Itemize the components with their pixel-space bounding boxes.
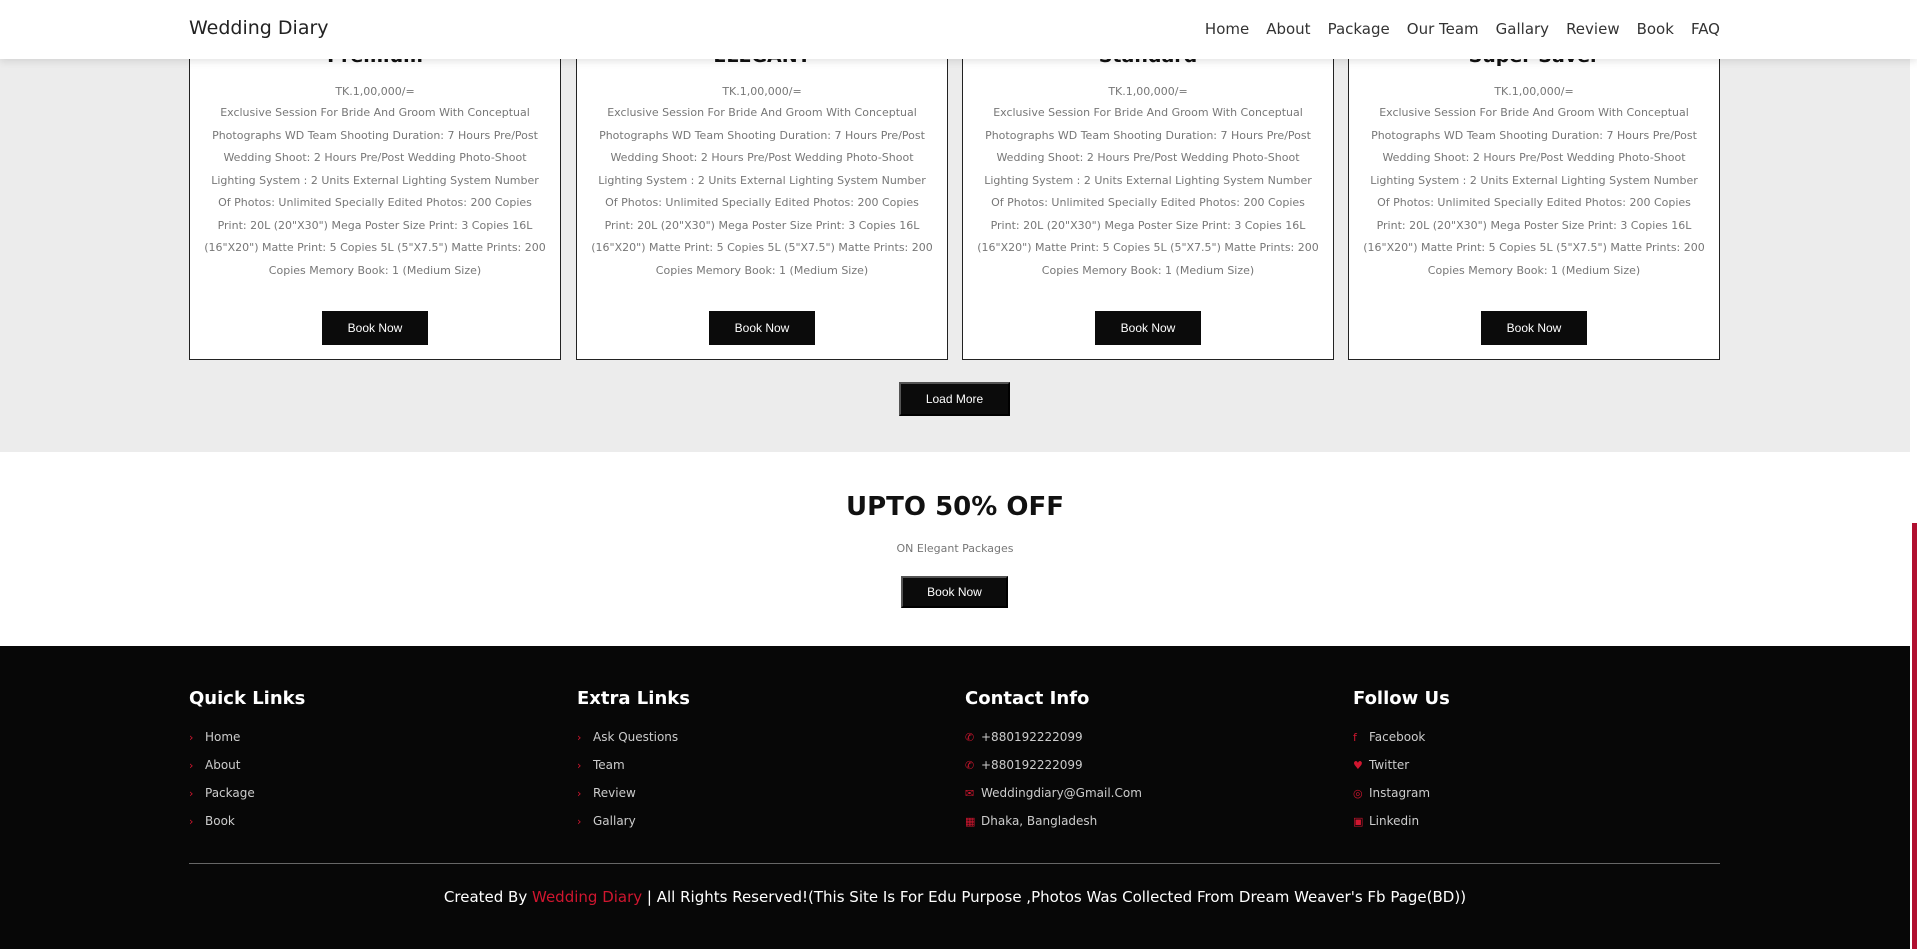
footer-heading: Quick Links	[189, 688, 306, 709]
footer-link-team[interactable]: › Team	[577, 751, 897, 779]
contact-address: ▦ Dhaka, Bangladesh	[965, 814, 1098, 828]
social-facebook[interactable]: f Facebook	[1353, 723, 1673, 751]
social-instagram[interactable]: ◎ Instagram	[1353, 779, 1673, 807]
instagram-icon: ◎	[1353, 786, 1363, 800]
package-card-standard: Standard TK.1,00,000/= Exclusive Session…	[962, 40, 1334, 360]
chevron-right-icon: ›	[189, 758, 194, 772]
load-more-button[interactable]: Load More	[899, 382, 1010, 416]
envelope-icon: ✉	[965, 786, 975, 800]
social-twitter[interactable]: ♥ Twitter	[1353, 751, 1673, 779]
offer-subtitle: ON Elegant Packages	[896, 542, 1014, 555]
linkedin-icon: ▣	[1353, 814, 1364, 828]
footer-credit: Created By Wedding Diary | All Rights Re…	[443, 888, 1467, 906]
nav-our-team[interactable]: Our Team	[1407, 20, 1479, 38]
footer-link-package[interactable]: › Package	[189, 779, 509, 807]
chevron-right-icon: ›	[189, 730, 194, 744]
package-price: TK.1,00,000/=	[1494, 85, 1574, 98]
package-card-premium: Premium TK.1,00,000/= Exclusive Session …	[189, 40, 561, 360]
nav-review[interactable]: Review	[1566, 20, 1620, 38]
footer-contact-info: Contact Info ✆ +880192222099 ✆ +8801922220…	[965, 688, 1285, 835]
package-price: TK.1,00,000/=	[335, 85, 415, 98]
footer-link-home[interactable]: › Home	[189, 723, 509, 751]
package-description: Exclusive Session For Bride And Groom Wi…	[204, 106, 546, 277]
contact-email[interactable]: ✉ Weddingdiary@Gmail.Com	[965, 779, 1285, 807]
package-price: TK.1,00,000/=	[722, 85, 802, 98]
book-now-button[interactable]: Book Now	[322, 311, 428, 345]
package-description: Exclusive Session For Bride And Groom Wi…	[977, 106, 1319, 277]
chevron-right-icon: ›	[189, 814, 194, 828]
nav-gallary[interactable]: Gallary	[1496, 20, 1549, 38]
brand-logo[interactable]: Wedding Diary	[189, 17, 329, 39]
contact-phone-2[interactable]: ✆ +880192222099	[965, 751, 1285, 779]
twitter-icon: ♥	[1353, 758, 1363, 772]
book-now-button[interactable]: Book Now	[1095, 311, 1201, 345]
phone-icon: ✆	[965, 758, 975, 772]
footer-heading: Contact Info	[965, 688, 1090, 709]
package-description: Exclusive Session For Bride And Groom Wi…	[591, 106, 933, 277]
package-card-super-saver: Super Saver TK.1,00,000/= Exclusive Sess…	[1348, 40, 1720, 360]
footer-link-review[interactable]: › Review	[577, 779, 897, 807]
package-card-elegant: ELEGANT TK.1,00,000/= Exclusive Session …	[576, 40, 948, 360]
book-now-button[interactable]: Book Now	[1481, 311, 1587, 345]
nav-book[interactable]: Book	[1637, 20, 1674, 38]
contact-phone-1[interactable]: ✆ +880192222099	[965, 723, 1285, 751]
nav-faq[interactable]: FAQ	[1691, 20, 1720, 38]
scroll-indicator[interactable]	[1912, 523, 1917, 949]
chevron-right-icon: ›	[577, 730, 582, 744]
offer-title: UPTO 50% OFF	[846, 492, 1064, 522]
footer-heading: Follow Us	[1353, 688, 1450, 709]
footer-link-book[interactable]: › Book	[189, 807, 509, 835]
packages-section: Premium TK.1,00,000/= Exclusive Session …	[0, 0, 1910, 452]
package-description: Exclusive Session For Bride And Groom Wi…	[1363, 106, 1705, 277]
footer-heading: Extra Links	[577, 688, 690, 709]
package-price: TK.1,00,000/=	[1108, 85, 1188, 98]
footer-divider	[189, 863, 1720, 864]
map-icon: ▦	[965, 814, 976, 828]
footer: Quick Links › Home › About › Package › Book …	[0, 646, 1910, 949]
chevron-right-icon: ›	[189, 786, 194, 800]
chevron-right-icon: ›	[577, 814, 582, 828]
chevron-right-icon: ›	[577, 786, 582, 800]
offer-book-now-button[interactable]: Book Now	[901, 576, 1008, 608]
footer-extra-links: Extra Links › Ask Questions › Team › Review…	[577, 688, 897, 835]
footer-link-ask-questions[interactable]: › Ask Questions	[577, 723, 897, 751]
credit-brand-link[interactable]: Wedding Diary	[532, 888, 642, 906]
nav-home[interactable]: Home	[1205, 20, 1249, 38]
footer-link-about[interactable]: › About	[189, 751, 509, 779]
nav-package[interactable]: Package	[1328, 20, 1390, 38]
top-navbar: Wedding Diary Home About Package Our Tea…	[0, 0, 1917, 59]
phone-icon: ✆	[965, 730, 975, 744]
chevron-right-icon: ›	[577, 758, 582, 772]
book-now-button[interactable]: Book Now	[709, 311, 815, 345]
nav-about[interactable]: About	[1266, 20, 1310, 38]
main-nav: Home About Package Our Team Gallary Revi…	[1205, 20, 1720, 38]
footer-follow-us: Follow Us f Facebook ♥ Twitter ◎ Instagram …	[1353, 688, 1673, 835]
footer-link-gallary[interactable]: › Gallary	[577, 807, 897, 835]
footer-quick-links: Quick Links › Home › About › Package › Book	[189, 688, 509, 835]
social-linkedin[interactable]: ▣ Linkedin	[1353, 807, 1673, 835]
facebook-icon: f	[1353, 730, 1357, 744]
